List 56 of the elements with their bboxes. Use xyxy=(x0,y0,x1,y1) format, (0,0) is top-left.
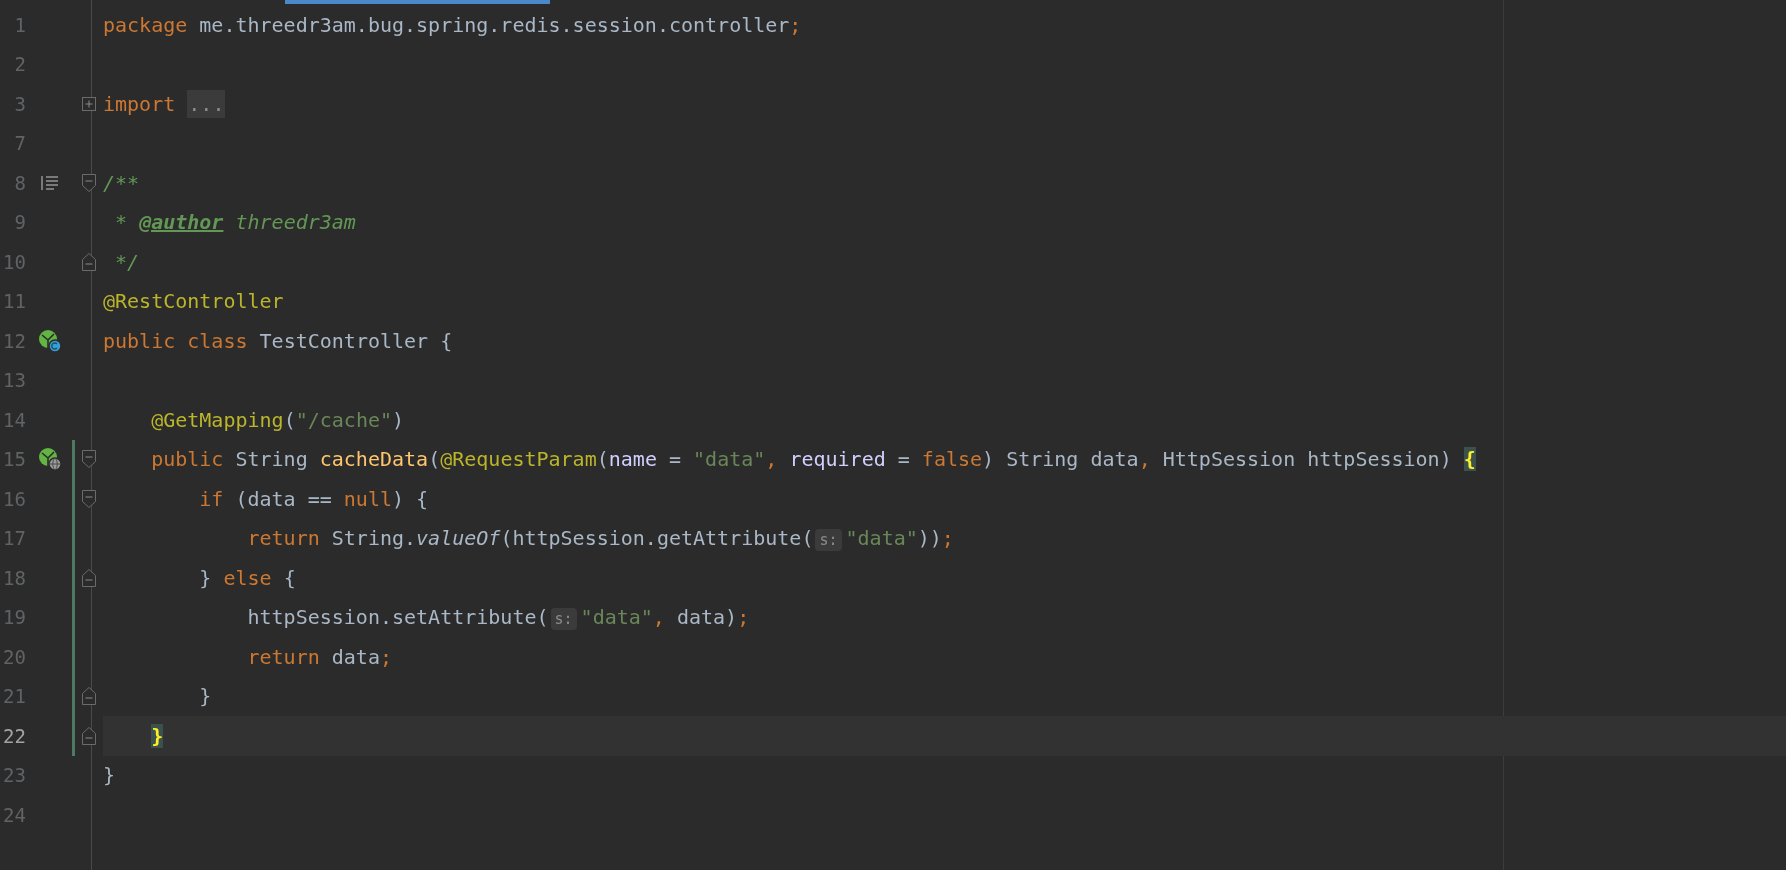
line-number: 12 xyxy=(2,328,26,354)
code-line: public String cacheData(@RequestParam(name = "data", required = false) String data, HttpSession httpSession) { xyxy=(150,446,1476,474)
line-number: 20 xyxy=(2,644,26,670)
line-number: 9 xyxy=(13,210,26,235)
collapse-fold-icon[interactable] xyxy=(82,568,96,587)
code-line: return String.valueOf(httpSession.getAttribute( s: "data")); xyxy=(246,525,954,554)
line-number: 24 xyxy=(2,802,26,828)
change-marker[interactable] xyxy=(72,637,75,677)
change-marker[interactable] xyxy=(72,558,75,598)
line-number: 23 xyxy=(2,763,26,788)
change-marker[interactable] xyxy=(72,439,75,479)
line-number: 18 xyxy=(2,565,26,591)
code-line: } else { xyxy=(198,564,296,592)
lines-icon[interactable] xyxy=(41,174,59,191)
code-line: } xyxy=(103,762,116,790)
line-number: 7 xyxy=(13,131,26,156)
code-line: @GetMapping("/cache") xyxy=(150,406,405,434)
line-number: 10 xyxy=(2,249,26,275)
collapse-fold-icon[interactable] xyxy=(82,726,96,745)
change-marker[interactable] xyxy=(72,479,75,519)
collapse-fold-icon[interactable] xyxy=(82,489,96,508)
code-line: */ xyxy=(114,248,140,276)
collapse-fold-icon[interactable] xyxy=(82,687,96,706)
code-line: httpSession.setAttribute( s: "data", data); xyxy=(246,604,750,633)
line-number: 13 xyxy=(2,368,26,393)
collapse-fold-icon[interactable] xyxy=(82,450,96,469)
leaf-badge-icon[interactable] xyxy=(38,328,62,353)
collapse-fold-icon[interactable] xyxy=(82,252,96,271)
line-number: 15 xyxy=(2,447,26,472)
collapse-fold-icon[interactable] xyxy=(82,173,96,192)
code-line: public class TestController { xyxy=(103,327,453,355)
code-line: @RestController xyxy=(103,288,284,316)
line-number: 19 xyxy=(2,605,26,630)
line-number: 21 xyxy=(2,684,26,709)
line-number: 22 xyxy=(2,723,26,749)
line-number: 3 xyxy=(13,91,26,117)
line-number: 17 xyxy=(2,526,26,551)
expand-fold-icon[interactable] xyxy=(82,96,96,111)
change-marker[interactable] xyxy=(72,676,75,716)
line-number: 1 xyxy=(13,12,26,38)
change-marker[interactable] xyxy=(72,716,75,756)
line-number: 14 xyxy=(2,407,26,433)
line-number: 16 xyxy=(2,486,26,512)
code-line: return data; xyxy=(246,643,392,671)
line-number: 2 xyxy=(13,52,26,77)
code-line: package me.threedr3am.bug.spring.redis.session.controller; xyxy=(103,11,802,39)
code-line: * @author threedr3am xyxy=(114,209,356,237)
code-line: } xyxy=(198,683,212,711)
change-marker[interactable] xyxy=(72,518,75,558)
code-line: if (data == null) { xyxy=(198,485,429,513)
change-marker[interactable] xyxy=(72,597,75,637)
code-line: import ... xyxy=(103,88,226,119)
line-number: 8 xyxy=(13,170,26,196)
code-line: /** xyxy=(103,169,140,197)
line-number: 11 xyxy=(2,289,26,314)
globe-leaf-icon[interactable] xyxy=(38,447,62,472)
